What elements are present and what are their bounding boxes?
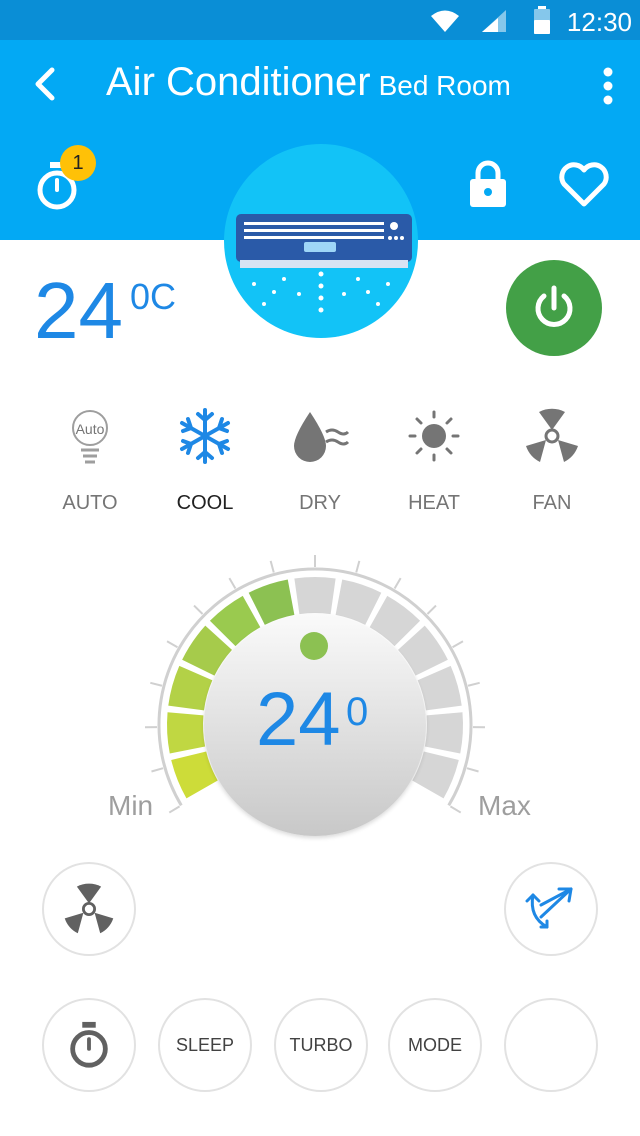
dial-tick: [355, 560, 361, 573]
status-bar: 12:30: [0, 0, 640, 40]
signal-icon: [482, 10, 506, 32]
dial-tick: [228, 577, 237, 590]
favorite-heart-icon[interactable]: [558, 160, 610, 208]
sun-icon: [408, 410, 460, 462]
dial-tick: [466, 767, 479, 773]
fan-speed-button[interactable]: [42, 862, 136, 956]
title-text: Air Conditioner: [106, 60, 371, 104]
mode-label: AUTO: [62, 492, 118, 514]
fan-icon: [526, 408, 578, 462]
status-time: 12:30: [566, 7, 632, 37]
battery-icon: [534, 6, 550, 34]
dial-tick: [151, 767, 164, 773]
dial-segment: [167, 712, 206, 754]
timer-badge: 1: [60, 145, 96, 181]
snowflake-icon: [180, 408, 230, 464]
swing-button[interactable]: [504, 862, 598, 956]
mode-cool[interactable]: COOL: [150, 404, 260, 515]
page-title: Air Conditioner Bed Room: [106, 60, 511, 105]
dial-min-label: Min: [108, 790, 154, 821]
mode-selector: Auto AUTO COOL DRY HEAT FAN: [0, 404, 640, 524]
dial-tick: [467, 681, 480, 687]
dial-tick: [452, 640, 464, 649]
dial-tick: [150, 681, 163, 687]
fan-icon: [64, 883, 114, 934]
power-icon: [535, 285, 573, 327]
dial-segment: [294, 577, 336, 615]
empty-control-button[interactable]: [504, 998, 598, 1092]
air-conditioner-image: [224, 144, 418, 338]
mode-label: DRY: [299, 492, 341, 514]
dial-tick: [449, 805, 462, 814]
drop-icon: [294, 412, 350, 462]
more-options-icon[interactable]: [596, 66, 620, 106]
mode-dry[interactable]: DRY: [265, 404, 375, 515]
knob-indicator: [300, 632, 328, 660]
timer-button[interactable]: [42, 998, 136, 1092]
auto-bulb-text: Auto: [76, 421, 105, 437]
dial-tick: [269, 560, 275, 573]
mode-button[interactable]: MODE: [388, 998, 482, 1092]
mode-fan[interactable]: FAN: [497, 404, 607, 515]
auto-bulb-icon: Auto: [72, 410, 108, 464]
turbo-button[interactable]: TURBO: [274, 998, 368, 1092]
room-subtitle: Bed Room: [378, 70, 511, 101]
wifi-icon: [431, 10, 459, 32]
dial-segment: [424, 712, 463, 754]
degree-superscript: 0: [346, 690, 369, 734]
dial-tick: [426, 604, 437, 615]
dial-tick: [166, 640, 178, 649]
current-temperature: 24: [34, 266, 123, 355]
lock-icon[interactable]: [468, 160, 508, 208]
dial-max-label: Max: [478, 790, 531, 821]
stopwatch-icon: [70, 1021, 108, 1068]
mode-label: FAN: [532, 492, 572, 514]
dial-tick: [393, 577, 402, 590]
dial-tick: [168, 805, 181, 814]
temperature-unit: 0C: [130, 276, 177, 317]
mode-label: HEAT: [408, 492, 460, 514]
back-arrow-icon[interactable]: [28, 64, 64, 104]
swing-icon: [525, 887, 573, 929]
set-temperature: 24: [256, 677, 341, 762]
dial-tick: [193, 604, 204, 615]
mode-label: COOL: [176, 492, 234, 514]
mode-auto[interactable]: Auto AUTO: [35, 404, 145, 515]
power-button[interactable]: [506, 260, 602, 356]
mode-heat[interactable]: HEAT: [379, 404, 489, 515]
dial-segment: [417, 665, 462, 711]
sleep-button[interactable]: SLEEP: [158, 998, 252, 1092]
